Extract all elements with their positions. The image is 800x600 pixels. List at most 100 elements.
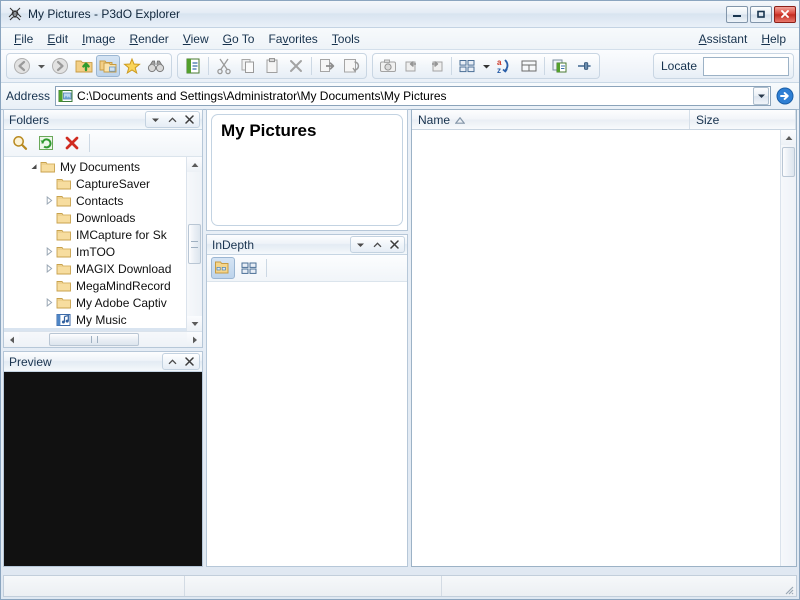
close-button[interactable] (774, 5, 796, 23)
up-folder-icon[interactable] (72, 55, 96, 77)
menu-item-help[interactable]: Help (754, 30, 793, 48)
scrollbar-thumb[interactable] (188, 224, 201, 264)
tree-item-my-documents[interactable]: My Documents (4, 158, 186, 175)
folders-panel: Folders My Documents CaptureSaver Contac… (3, 109, 203, 348)
indepth-panel-buttons (350, 236, 405, 253)
go-arrow-icon[interactable] (776, 87, 794, 105)
properties-icon[interactable] (181, 55, 205, 77)
column-header-size[interactable]: Size (690, 110, 796, 129)
magnifier-icon[interactable] (8, 132, 32, 154)
expander-collapsed-icon[interactable] (42, 264, 56, 273)
tree-item-imcapture-for-sk[interactable]: IMCapture for Sk (4, 226, 186, 243)
scrollbar-thumb[interactable] (49, 333, 139, 346)
scroll-right-arrow-icon[interactable] (187, 332, 202, 347)
menu-item-render[interactable]: Render (122, 30, 175, 48)
expander-collapsed-icon[interactable] (42, 247, 56, 256)
menu-item-file[interactable]: File (7, 30, 40, 48)
tree-item-my-adobe-captiv[interactable]: My Adobe Captiv (4, 294, 186, 311)
scroll-up-arrow-icon[interactable] (781, 130, 796, 145)
column-header-size-label: Size (696, 112, 720, 127)
scissors-icon[interactable] (212, 55, 236, 77)
tree-item-imtoo[interactable]: ImTOO (4, 243, 186, 260)
tree-item-label: Downloads (76, 210, 136, 225)
menu-item-image[interactable]: Image (75, 30, 122, 48)
toolbar-separator (544, 57, 545, 75)
rotate-left-icon[interactable] (400, 55, 424, 77)
locate-input[interactable] (703, 56, 789, 76)
chevron-up-icon[interactable] (164, 355, 181, 368)
folders-tree-horizontal-scrollbar[interactable] (4, 331, 202, 347)
tree-item-label: My Documents (60, 159, 141, 174)
menu-item-edit[interactable]: Edit (40, 30, 75, 48)
preview-image-area[interactable] (4, 372, 202, 566)
pin-icon[interactable] (572, 55, 596, 77)
minimize-button[interactable] (726, 5, 748, 23)
expander-expanded-icon[interactable] (26, 162, 40, 171)
tree-item-magix-download[interactable]: MAGIX Download (4, 260, 186, 277)
move-to-folder-icon[interactable] (315, 55, 339, 77)
maximize-button[interactable] (750, 5, 772, 23)
resize-grip-icon[interactable] (783, 584, 794, 595)
tree-item-megamindrecord[interactable]: MegaMindRecord (4, 277, 186, 294)
tree-item-my-music[interactable]: My Music (4, 311, 186, 328)
tree-item-my-pictures[interactable]: My Pictures (4, 328, 186, 331)
tree-item-downloads[interactable]: Downloads (4, 209, 186, 226)
duplicate-window-icon[interactable] (548, 55, 572, 77)
chevron-up-icon[interactable] (164, 113, 181, 126)
delete-x-icon[interactable] (284, 55, 308, 77)
folder-thumbnail-icon[interactable] (211, 257, 235, 279)
red-x-icon[interactable] (60, 132, 84, 154)
rotate-right-icon[interactable] (424, 55, 448, 77)
star-icon[interactable] (120, 55, 144, 77)
scroll-up-arrow-icon[interactable] (187, 157, 202, 172)
chevron-up-icon[interactable] (369, 238, 386, 251)
expander-collapsed-icon[interactable] (42, 196, 56, 205)
back-button[interactable] (10, 55, 34, 77)
back-history-dropdown[interactable] (34, 55, 48, 77)
address-field[interactable]: C:\Documents and Settings\Administrator\… (55, 86, 771, 106)
scroll-down-arrow-icon[interactable] (187, 316, 202, 331)
file-list-vertical-scrollbar[interactable] (780, 130, 796, 566)
split-pane-icon[interactable] (517, 55, 541, 77)
menu-item-assistant[interactable]: Assistant (692, 30, 755, 48)
close-icon[interactable] (181, 113, 198, 126)
folder-icon (56, 244, 72, 260)
file-list-items[interactable] (412, 130, 780, 566)
folder-pictures-icon (56, 329, 72, 331)
p3do-logo-icon (7, 6, 23, 22)
clipboard-icon[interactable] (260, 55, 284, 77)
folders-tree-vertical-scrollbar[interactable] (186, 157, 202, 331)
scroll-left-arrow-icon[interactable] (4, 332, 19, 347)
forward-button[interactable] (48, 55, 72, 77)
chevron-down-icon[interactable] (352, 238, 369, 251)
close-icon[interactable] (386, 238, 403, 251)
folder-icon (56, 278, 72, 294)
tree-item-contacts[interactable]: Contacts (4, 192, 186, 209)
chevron-down-icon[interactable] (147, 113, 164, 126)
binoculars-icon[interactable] (144, 55, 168, 77)
view-mode-dropdown[interactable] (479, 55, 493, 77)
copy-icon[interactable] (236, 55, 260, 77)
preview-panel-header: Preview (4, 352, 202, 372)
column-header-name[interactable]: Name (412, 110, 690, 129)
preview-panel-buttons (162, 353, 200, 370)
thumbnail-grid-icon[interactable] (455, 55, 479, 77)
menu-item-view[interactable]: View (176, 30, 216, 48)
close-icon[interactable] (181, 355, 198, 368)
thumbnail-grid-icon[interactable] (237, 257, 261, 279)
folder-views-icon[interactable] (96, 55, 120, 77)
menu-item-favorites[interactable]: Favorites (261, 30, 324, 48)
scrollbar-thumb[interactable] (782, 147, 795, 177)
camera-icon[interactable] (376, 55, 400, 77)
sort-az-icon[interactable]: a z (493, 55, 517, 77)
copy-to-folder-icon[interactable] (339, 55, 363, 77)
menu-item-tools[interactable]: Tools (325, 30, 367, 48)
folders-tree[interactable]: My Documents CaptureSaver Contacts Download… (4, 157, 186, 331)
tree-item-capturesaver[interactable]: CaptureSaver (4, 175, 186, 192)
refresh-icon[interactable] (34, 132, 58, 154)
expander-collapsed-icon[interactable] (42, 298, 56, 307)
menu-item-go-to[interactable]: Go To (216, 30, 262, 48)
folder-icon (56, 295, 72, 311)
address-dropdown-button[interactable] (753, 87, 769, 105)
indepth-content-area[interactable] (207, 282, 407, 566)
